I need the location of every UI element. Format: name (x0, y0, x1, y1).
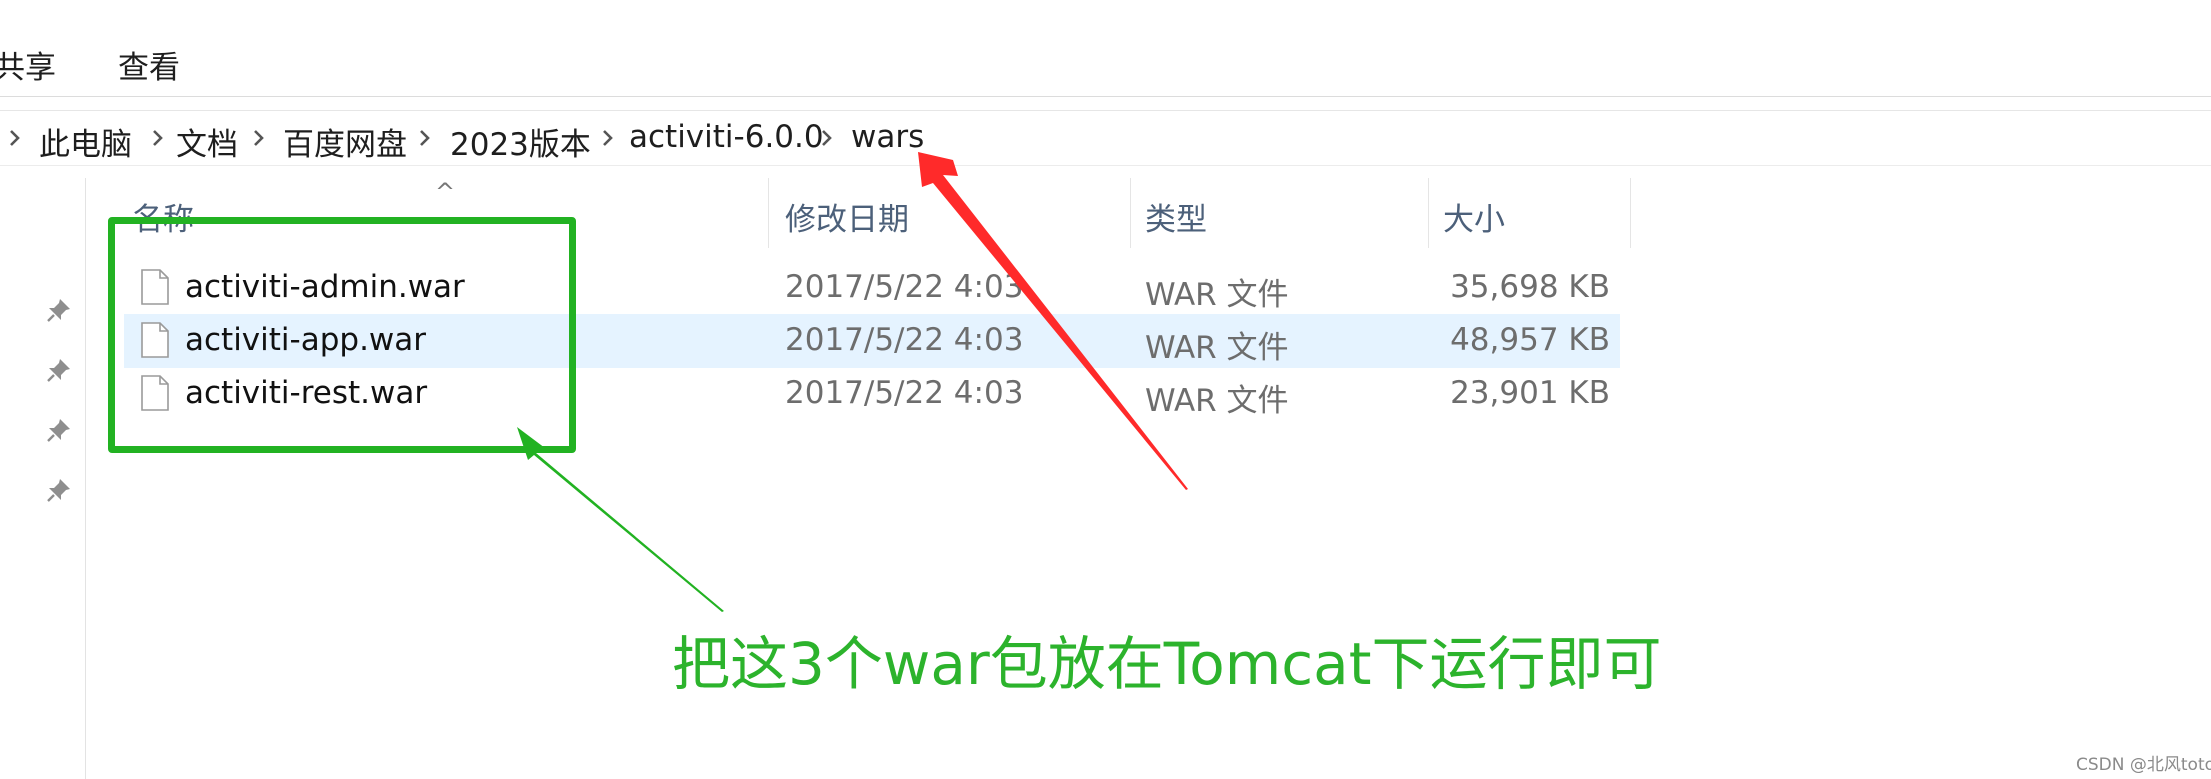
green-arrow-icon (517, 427, 724, 612)
watermark: CSDN @北风toto (2076, 755, 2211, 775)
red-arrow-icon (918, 152, 1188, 490)
annotation-caption: 把这3个war包放在Tomcat下运行即可 (672, 630, 1662, 698)
